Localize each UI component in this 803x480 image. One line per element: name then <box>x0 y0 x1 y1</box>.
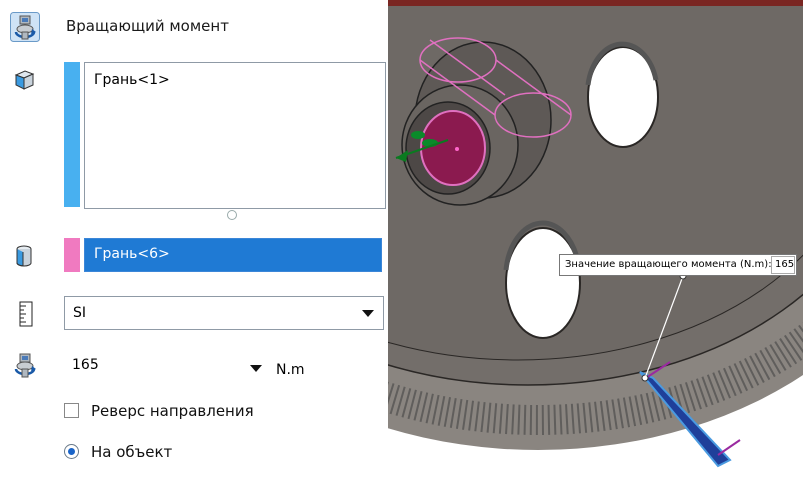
callout-value-text: 165 <box>775 259 795 270</box>
chevron-down-icon[interactable] <box>362 310 374 317</box>
on-object-radio[interactable] <box>64 444 79 459</box>
cylinder-face-icon <box>16 245 32 267</box>
faces-list-item[interactable]: Грань<1> <box>94 72 170 88</box>
radio-selected-dot <box>68 448 75 455</box>
selected-bore-face[interactable] <box>420 110 486 186</box>
feature-title: Вращающий момент <box>66 17 229 35</box>
face-icon <box>14 70 35 90</box>
target-face-value: Грань<6> <box>94 246 170 262</box>
gear-model <box>388 0 803 468</box>
unit-system-value: SI <box>73 305 87 321</box>
target-color-stripe <box>64 238 80 272</box>
window-top-bar <box>388 0 803 6</box>
reverse-direction-label[interactable]: Реверс направления <box>91 402 254 420</box>
torque-unit-label: N.m <box>276 362 305 378</box>
reverse-direction-checkbox[interactable] <box>64 403 79 418</box>
callout-value-input[interactable]: 165 <box>771 256 795 274</box>
callout-label: Значение вращающего момента (N.m): <box>565 259 772 270</box>
torque-value-icon <box>14 353 36 378</box>
chevron-down-icon[interactable] <box>250 365 262 372</box>
torque-value-callout[interactable]: Значение вращающего момента (N.m): 165 <box>559 254 797 276</box>
torque-icon[interactable] <box>10 12 40 42</box>
list-resize-handle[interactable] <box>227 210 237 220</box>
on-object-label[interactable]: На объект <box>91 443 172 461</box>
torque-value-text: 165 <box>72 357 99 373</box>
graphics-viewport[interactable] <box>388 0 803 480</box>
web-hole <box>505 227 581 339</box>
target-face-field[interactable]: Грань<6> <box>84 238 382 272</box>
torque-value-input[interactable]: 165 <box>66 348 270 382</box>
ruler-icon <box>19 301 33 327</box>
property-panel: Вращающий момент Грань<1> Грань<6> SI 16… <box>0 0 388 480</box>
faces-selection-list[interactable]: Грань<1> <box>84 62 386 209</box>
faces-color-stripe <box>64 62 80 207</box>
unit-system-select[interactable]: SI <box>64 296 384 330</box>
